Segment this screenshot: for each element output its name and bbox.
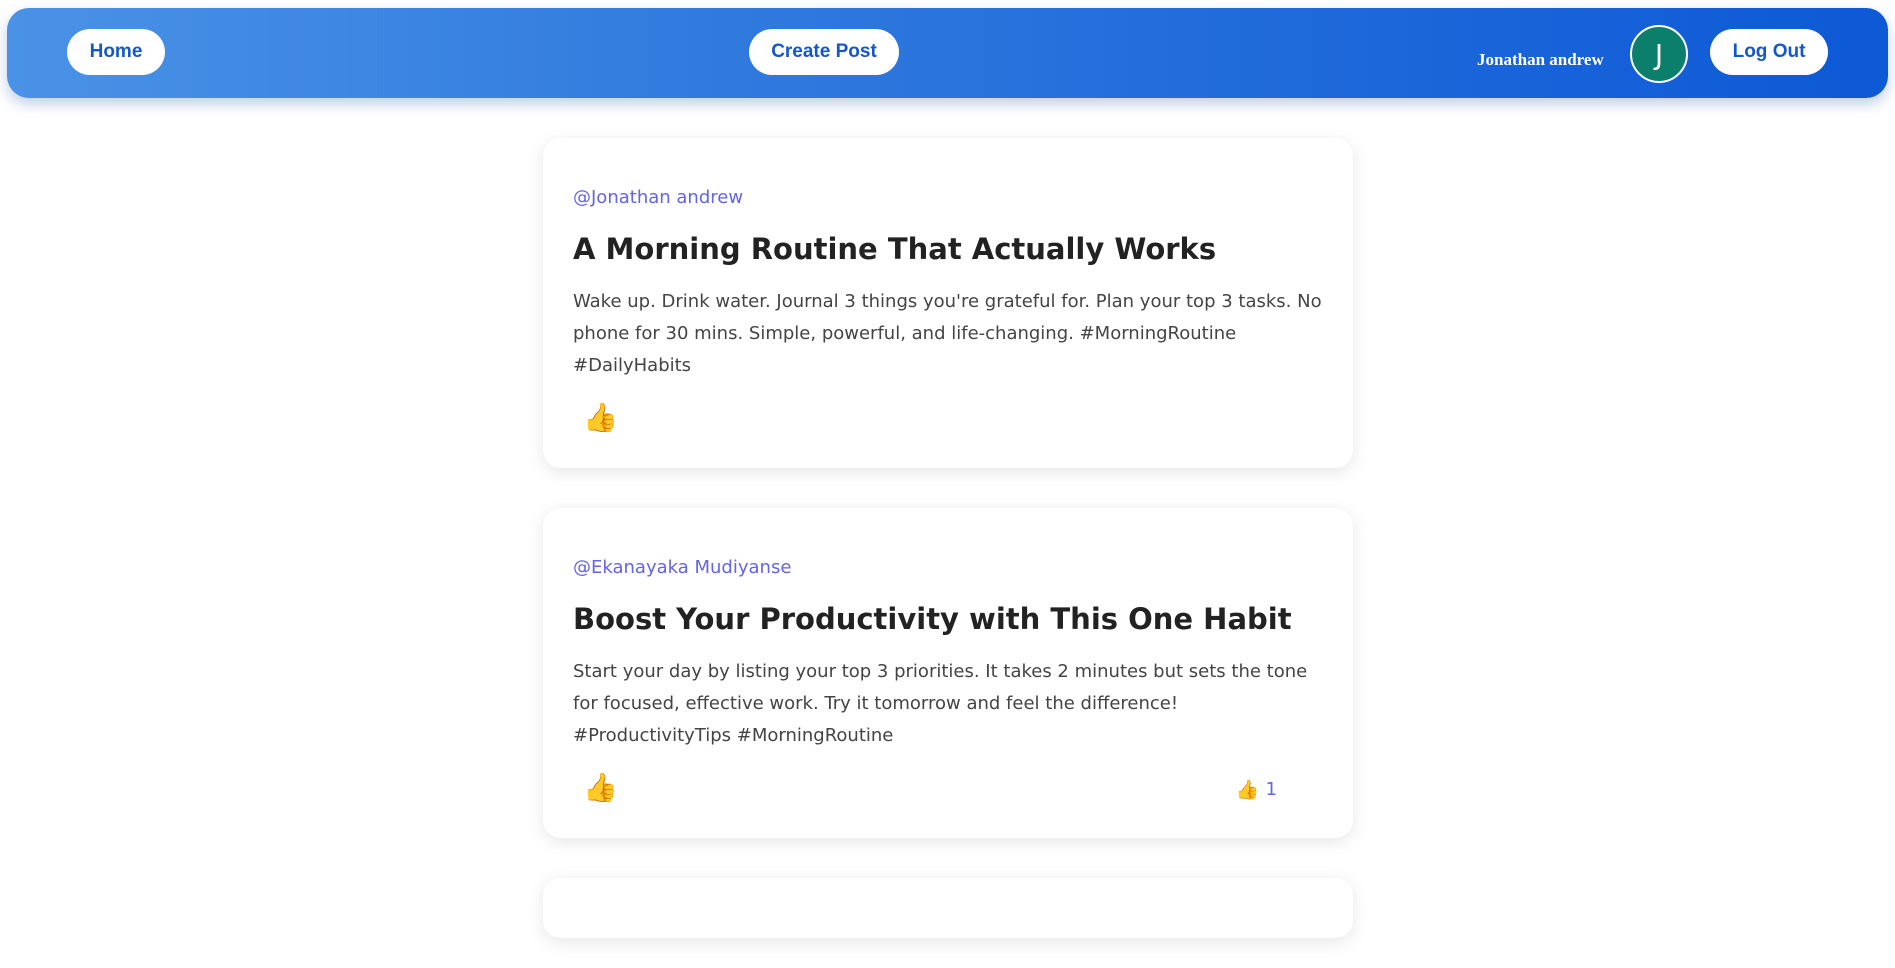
post-body: Wake up. Drink water. Journal 3 things y… bbox=[573, 291, 1322, 376]
post-card: @Ekanayaka Mudiyanse Boost Your Producti… bbox=[543, 508, 1353, 838]
post-title: Boost Your Productivity with This One Ha… bbox=[573, 602, 1292, 636]
thumbs-up-icon[interactable]: 👍 bbox=[583, 398, 618, 438]
user-avatar[interactable]: J bbox=[1630, 25, 1688, 83]
post-actions: 👍 bbox=[573, 392, 1323, 444]
create-post-button[interactable]: Create Post bbox=[749, 29, 899, 75]
logout-button[interactable]: Log Out bbox=[1710, 29, 1828, 75]
post-author[interactable]: @Ekanayaka Mudiyanse bbox=[573, 556, 1323, 580]
current-username: Jonathan andrew bbox=[1477, 50, 1604, 69]
home-button[interactable]: Home bbox=[67, 29, 165, 75]
post-actions: 👍 👍 1 bbox=[573, 762, 1323, 814]
post-body: Start your day by listing your top 3 pri… bbox=[573, 661, 1308, 746]
post-author[interactable]: @Jonathan andrew bbox=[573, 186, 1323, 210]
thumbs-up-small-icon: 👍 bbox=[1235, 779, 1260, 801]
post-feed: @Jonathan andrew A Morning Routine That … bbox=[543, 138, 1353, 938]
thumbs-up-icon[interactable]: 👍 bbox=[583, 768, 618, 808]
post-title: A Morning Routine That Actually Works bbox=[573, 232, 1217, 266]
like-count-value: 1 bbox=[1265, 779, 1277, 800]
like-count: 👍 1 bbox=[1236, 778, 1277, 801]
top-navbar: Home Create Post Jonathan andrew J Log O… bbox=[7, 8, 1888, 98]
post-card bbox=[543, 878, 1353, 938]
post-card: @Jonathan andrew A Morning Routine That … bbox=[543, 138, 1353, 468]
